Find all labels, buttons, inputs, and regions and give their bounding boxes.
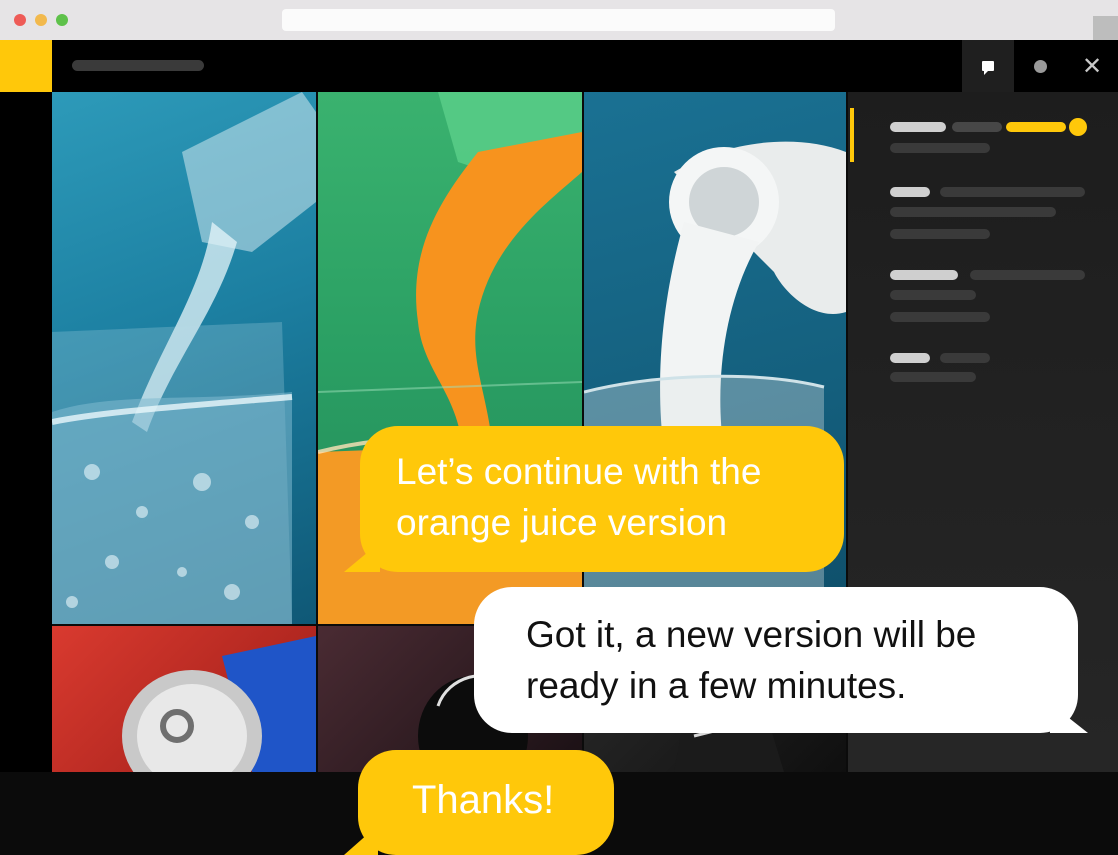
soda-can-image [122,636,316,772]
message-text-line: Thanks! [412,778,555,822]
panel-line [890,312,990,322]
panel-line [890,372,976,382]
panel-line [890,270,958,280]
chat-message-studio: Got it, a new version will be ready in a… [474,587,1078,733]
chat-message-client: Thanks! [358,750,614,855]
panel-line [890,187,930,197]
gallery-tile-water[interactable] [52,92,316,624]
water-pour-image [52,92,316,624]
app-header: ✕ [0,40,1118,92]
record-icon [1033,59,1047,73]
message-text-line: Got it, a new version will be [526,614,977,655]
window-minimize-button[interactable] [35,14,47,26]
title-placeholder [72,60,204,71]
window-zoom-button[interactable] [56,14,68,26]
close-button[interactable]: ✕ [1066,40,1118,92]
browser-chrome [0,0,1118,41]
active-indicator [850,108,854,162]
window-close-button[interactable] [14,14,26,26]
bubble-tail [344,825,378,855]
close-icon: ✕ [1081,52,1103,80]
panel-line [890,122,946,132]
chat-message-client: Let’s continue with the orange juice ver… [360,426,844,572]
left-sidebar [0,92,52,772]
panel-line [970,270,1085,280]
chat-icon [982,61,994,75]
panel-line [890,353,930,363]
panel-line [890,290,976,300]
panel-line [890,143,990,153]
chat-button[interactable] [962,40,1014,92]
panel-line [952,122,1002,132]
scrollbar-thumb[interactable] [1093,16,1118,40]
progress-handle[interactable] [1069,118,1087,136]
address-bar[interactable] [282,9,835,31]
message-text-line: orange juice version [396,502,728,543]
gallery-tile-soda-can[interactable] [52,626,316,772]
record-button[interactable] [1014,40,1066,92]
panel-line [940,353,990,363]
panel-line [890,229,990,239]
app-logo[interactable] [0,40,52,92]
panel-line [940,187,1085,197]
message-text-line: ready in a few minutes. [526,665,907,706]
message-text-line: Let’s continue with the [396,451,762,492]
panel-line [890,207,1056,217]
progress-bar [1006,122,1066,132]
bubble-tail [1050,703,1088,733]
bubble-tail [344,542,380,572]
